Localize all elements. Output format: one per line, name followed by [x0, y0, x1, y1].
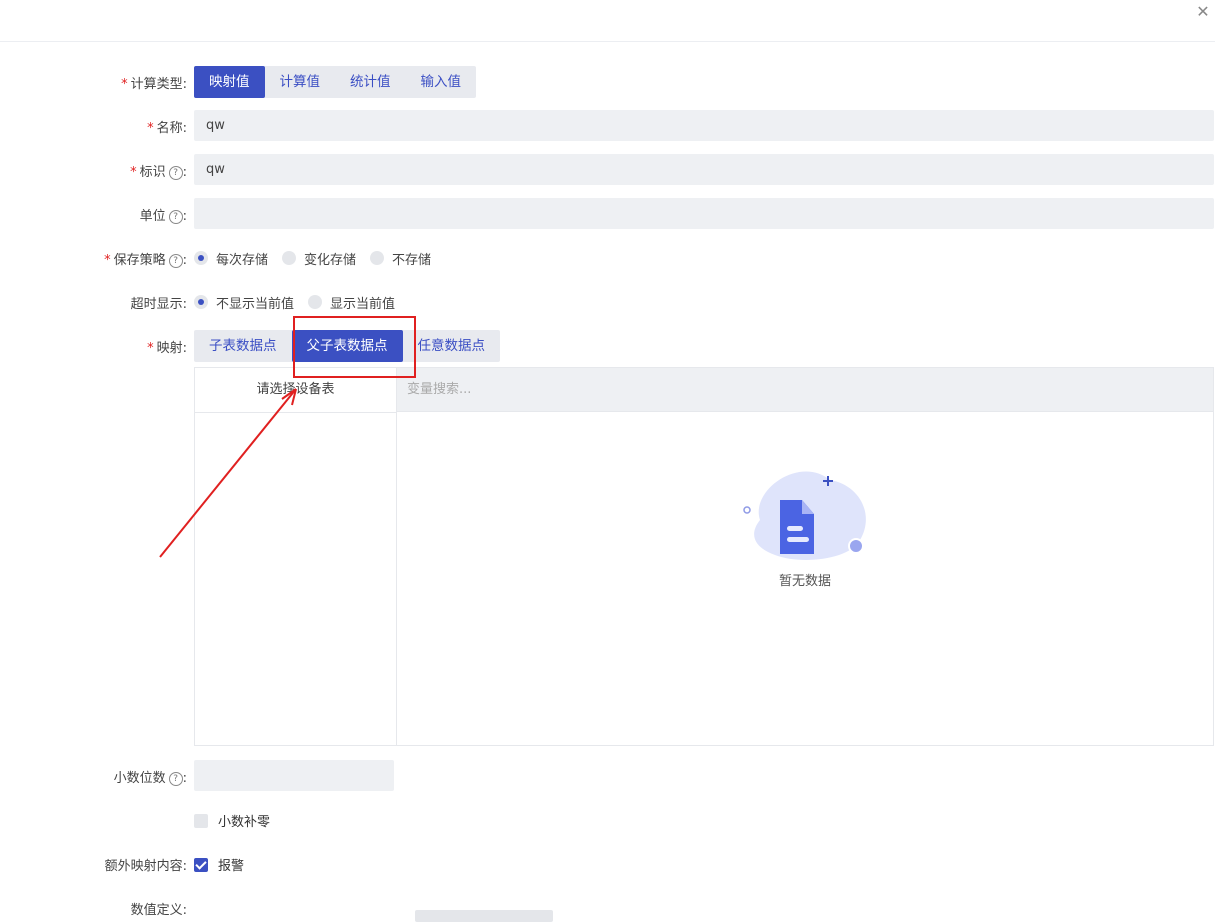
mapping-label: * 映射: — [147, 341, 187, 356]
highlight-box — [293, 316, 416, 378]
calc-type-option-input[interactable]: 输入值 — [406, 66, 477, 98]
value-def-chip[interactable] — [415, 910, 553, 922]
help-icon[interactable]: ? — [168, 210, 183, 224]
save-strategy-label: * 保存策略?: — [104, 253, 187, 268]
value-def-label: 数值定义: — [130, 903, 187, 918]
save-strategy-radios: 每次存储 变化存储 不存储 — [194, 248, 445, 268]
radio-save-on-change[interactable]: 变化存储 — [282, 249, 356, 268]
radio-dot — [194, 251, 208, 265]
dialog-header: ✕ — [0, 0, 1215, 42]
radio-dot — [370, 251, 385, 265]
radio-hide-current[interactable]: 不显示当前值 — [194, 293, 294, 312]
calc-type-segment: 映射值 计算值 统计值 输入值 — [194, 66, 476, 98]
help-icon[interactable]: ? — [168, 166, 183, 180]
identifier-label: * 标识?: — [130, 165, 187, 180]
radio-dot — [194, 295, 208, 309]
radio-show-current[interactable]: 显示当前值 — [308, 293, 395, 312]
mapping-option-child[interactable]: 子表数据点 — [194, 330, 292, 362]
panel-divider — [396, 368, 397, 745]
mapping-option-any[interactable]: 任意数据点 — [403, 330, 501, 362]
annotation-arrow — [159, 388, 297, 558]
close-icon[interactable]: ✕ — [1195, 4, 1211, 20]
name-label: * 名称: — [147, 121, 187, 136]
timeout-display-label: 超时显示: — [130, 297, 187, 312]
calc-type-label: * 计算类型: — [121, 77, 187, 92]
alarm-checkbox[interactable]: 报警 — [194, 855, 244, 874]
identifier-input[interactable]: qw — [194, 154, 1214, 185]
decimal-places-label: 小数位数?: — [113, 771, 187, 786]
timeout-display-radios: 不显示当前值 显示当前值 — [194, 292, 409, 312]
extra-mapping-label: 额外映射内容: — [104, 859, 187, 874]
calc-type-option-statistic[interactable]: 统计值 — [335, 66, 406, 98]
checkbox-box — [194, 857, 208, 872]
variable-search-input[interactable]: 变量搜索... — [397, 368, 1213, 412]
unit-label: 单位?: — [139, 209, 187, 224]
radio-no-save[interactable]: 不存储 — [370, 249, 431, 268]
radio-dot — [308, 295, 323, 309]
decimal-places-input[interactable] — [194, 760, 394, 791]
unit-input[interactable] — [194, 198, 1214, 229]
decimal-pad-checkbox[interactable]: 小数补零 — [194, 811, 270, 830]
radio-save-every[interactable]: 每次存储 — [194, 249, 268, 268]
help-icon[interactable]: ? — [168, 772, 183, 786]
name-input[interactable]: qw — [194, 110, 1214, 141]
calc-type-option-mapped[interactable]: 映射值 — [194, 66, 265, 98]
radio-dot — [282, 251, 297, 265]
help-icon[interactable]: ? — [168, 254, 183, 268]
mapping-panel: 请选择设备表 变量搜索... — [194, 367, 1214, 746]
empty-text: 暂无数据 — [778, 574, 831, 589]
calc-type-option-computed[interactable]: 计算值 — [265, 66, 336, 98]
checkbox-box — [194, 813, 208, 828]
